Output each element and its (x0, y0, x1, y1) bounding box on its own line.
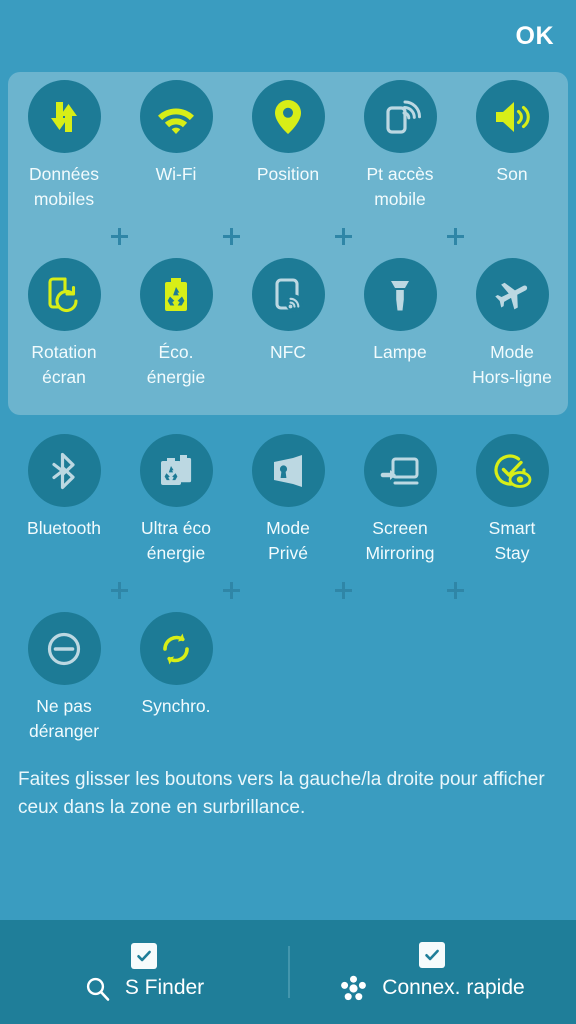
tile-mode-prive[interactable]: Mode Privé (232, 434, 344, 566)
tile-lampe[interactable]: Lampe (344, 258, 456, 390)
tile-empty-slot (456, 612, 568, 744)
tile-row-4: Ne pas déranger Synchro. (8, 612, 568, 744)
search-icon (86, 977, 110, 1001)
bottom-bar-item-connex-rapide[interactable]: Connex. rapide (288, 920, 576, 1024)
tile-circle (475, 434, 549, 507)
bottom-bar-label: S Finder (124, 976, 205, 999)
tile-label: Ultra éco énergie (140, 518, 212, 563)
tile-empty-slot (344, 612, 456, 744)
tile-label: Son (496, 164, 528, 184)
tile-circle (27, 80, 101, 153)
s-finder-checkbox[interactable] (131, 942, 157, 969)
airplane-icon (495, 282, 528, 309)
mobile-hotspot-icon (386, 100, 421, 134)
flashlight-icon (391, 280, 409, 310)
bottom-bar-item-s-finder[interactable]: S Finder (0, 920, 288, 1024)
tile-synchro[interactable]: Synchro. (120, 612, 232, 744)
tile-row-1: Données mobiles Wi-Fi Position Pt accès … (8, 80, 568, 212)
ok-button[interactable]: OK (516, 20, 555, 52)
sound-speaker-icon (496, 101, 530, 132)
tile-eco-energie[interactable]: Éco. énergie (120, 258, 232, 390)
nfc-icon (275, 277, 303, 311)
tile-label: Position (256, 164, 320, 184)
tile-rotation-ecran[interactable]: Rotation écran (8, 258, 120, 390)
tile-circle (363, 434, 437, 507)
tile-smart-stay[interactable]: Smart Stay (456, 434, 568, 566)
tile-label: Synchro. (141, 696, 211, 716)
tile-circle (475, 80, 549, 153)
tile-label: Rotation écran (31, 342, 97, 387)
tile-circle (475, 258, 549, 331)
tile-circle (139, 434, 213, 507)
tile-son[interactable]: Son (456, 80, 568, 212)
bluetooth-icon (52, 452, 75, 489)
tile-circle (139, 80, 213, 153)
screen-mirroring-icon (380, 457, 419, 484)
tile-nfc[interactable]: NFC (232, 258, 344, 390)
tile-label: Mode Privé (266, 518, 310, 563)
screen-rotation-icon (48, 276, 78, 312)
tile-circle (139, 612, 213, 685)
tile-position[interactable]: Position (232, 80, 344, 212)
bottom-bar: S Finder Connex. rapide (0, 920, 576, 1024)
checkmark-icon (425, 949, 439, 960)
tile-donnees-mobiles[interactable]: Données mobiles (8, 80, 120, 212)
sync-icon (163, 633, 189, 664)
tile-label: Mode Hors-ligne (472, 342, 552, 387)
tile-label: NFC (270, 342, 306, 362)
tile-wifi[interactable]: Wi-Fi (120, 80, 232, 212)
tile-circle (27, 258, 101, 331)
tile-label: Ne pas déranger (28, 696, 100, 741)
tile-screen-mirroring[interactable]: Screen Mirroring (344, 434, 456, 566)
tile-mode-hors-ligne[interactable]: Mode Hors-ligne (456, 258, 568, 390)
header: OK (0, 0, 576, 72)
tile-ne-pas-deranger[interactable]: Ne pas déranger (8, 612, 120, 744)
tile-label: Wi-Fi (155, 164, 197, 184)
tile-pt-acces-mobile[interactable]: Pt accès mobile (344, 80, 456, 212)
ultra-power-saving-icon (161, 454, 192, 485)
tile-ultra-eco-energie[interactable]: Ultra éco énergie (120, 434, 232, 566)
bottom-bar-label: Connex. rapide (382, 976, 525, 999)
tile-empty-slot (232, 612, 344, 744)
private-mode-lock-icon (274, 454, 302, 487)
tile-label: Smart Stay (488, 518, 536, 563)
tile-circle (251, 258, 325, 331)
checkmark-icon (137, 950, 151, 961)
tile-circle (27, 612, 101, 685)
quick-settings-edit-screen: OK Données mobiles Wi-Fi Position Pt acc… (0, 0, 576, 1024)
tile-circle (139, 258, 213, 331)
quick-connect-icon (341, 975, 367, 1000)
tile-label: Screen Mirroring (365, 518, 435, 563)
tile-label: Pt accès mobile (366, 164, 434, 209)
tile-label: Bluetooth (27, 518, 101, 538)
tile-circle (27, 434, 101, 507)
tile-row-2: Rotation écran Éco. énergie NFC Lampe Mo… (8, 258, 568, 390)
location-pin-icon (275, 99, 301, 134)
tile-label: Éco. énergie (146, 342, 206, 387)
tile-circle (363, 258, 437, 331)
tile-label: Lampe (373, 342, 427, 362)
connex-rapide-checkbox[interactable] (419, 941, 445, 968)
power-saving-battery-icon (165, 277, 187, 311)
tile-bluetooth[interactable]: Bluetooth (8, 434, 120, 566)
drag-hint-text: Faites glisser les boutons vers la gauch… (18, 769, 545, 818)
tile-row-3: Bluetooth Ultra éco énergie Mode Privé S… (8, 434, 568, 566)
mobile-data-icon (51, 101, 77, 132)
tile-circle (363, 80, 437, 153)
smart-stay-eye-icon (494, 453, 532, 488)
wifi-icon (158, 108, 194, 134)
plus-separator-row-1 (8, 228, 568, 250)
tile-circle (251, 434, 325, 507)
tile-label: Données mobiles (28, 164, 100, 209)
do-not-disturb-icon (47, 632, 81, 665)
plus-separator-row-2 (8, 582, 568, 604)
tile-circle (251, 80, 325, 153)
